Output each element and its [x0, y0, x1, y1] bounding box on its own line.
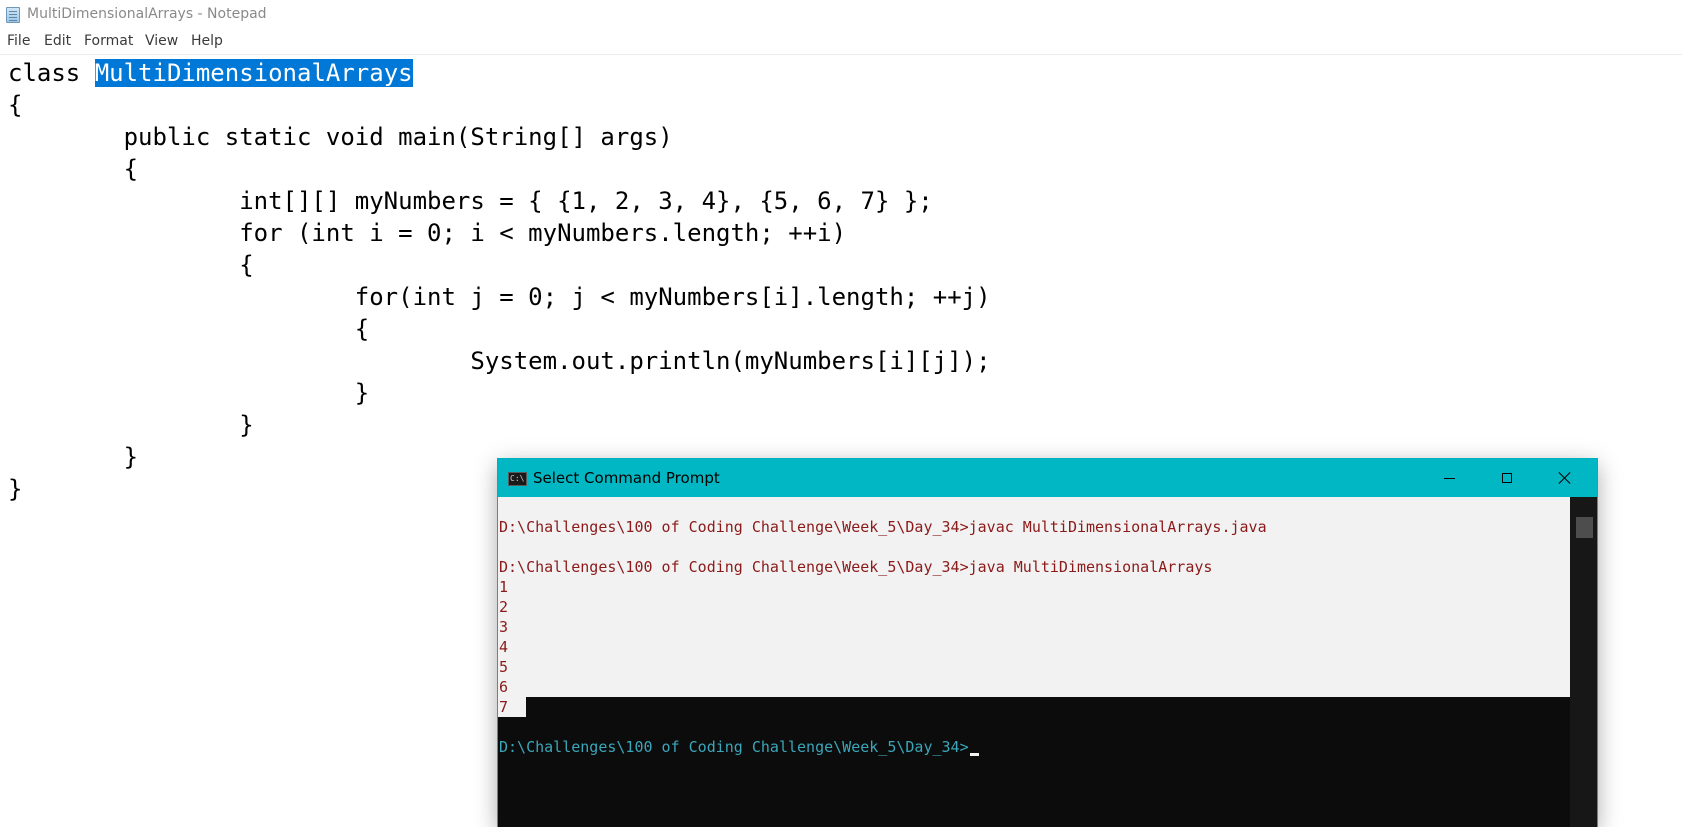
console-selected-output: D:\Challenges\100 of Coding Challenge\We…	[499, 518, 1267, 716]
menu-help[interactable]: Help	[191, 33, 223, 49]
cmd-window-title: Select Command Prompt	[533, 469, 720, 487]
code-body: { public static void main(String[] args)…	[8, 91, 991, 503]
desktop: MultiDimensionalArrays - Notepad File Ed…	[0, 0, 1682, 827]
notepad-titlebar[interactable]: MultiDimensionalArrays - Notepad	[0, 0, 1682, 30]
code-text: class MultiDimensionalArrays { public st…	[8, 57, 991, 505]
console-prompt: D:\Challenges\100 of Coding Challenge\We…	[499, 738, 969, 756]
command-prompt-window: C:\ Select Command Prompt D:\Challenges\…	[498, 459, 1597, 827]
minimize-button[interactable]	[1420, 459, 1478, 497]
cmd-app-icon: C:\	[508, 472, 527, 486]
console-cursor	[969, 753, 979, 756]
cmd-vertical-scrollbar[interactable]	[1570, 497, 1597, 827]
close-icon	[1558, 471, 1572, 485]
maximize-button[interactable]	[1478, 459, 1536, 497]
menu-edit[interactable]: Edit	[44, 33, 71, 49]
code-prefix: class	[8, 59, 95, 87]
menu-format[interactable]: Format	[84, 33, 133, 49]
notepad-icon	[6, 7, 20, 23]
console-prompt-line: D:\Challenges\100 of Coding Challenge\We…	[499, 737, 979, 757]
menu-view[interactable]: View	[145, 33, 178, 49]
selected-text: MultiDimensionalArrays	[94, 59, 413, 87]
close-button[interactable]	[1536, 459, 1594, 497]
cmd-scrollbar-thumb[interactable]	[1576, 517, 1593, 538]
cmd-titlebar[interactable]: C:\ Select Command Prompt	[498, 459, 1597, 497]
maximize-icon	[1502, 473, 1512, 483]
cmd-console[interactable]: D:\Challenges\100 of Coding Challenge\We…	[498, 497, 1570, 827]
notepad-window-title: MultiDimensionalArrays - Notepad	[27, 6, 267, 22]
notepad-menubar: File Edit Format View Help	[0, 30, 1682, 55]
minimize-icon	[1443, 477, 1455, 479]
menu-file[interactable]: File	[7, 33, 30, 49]
